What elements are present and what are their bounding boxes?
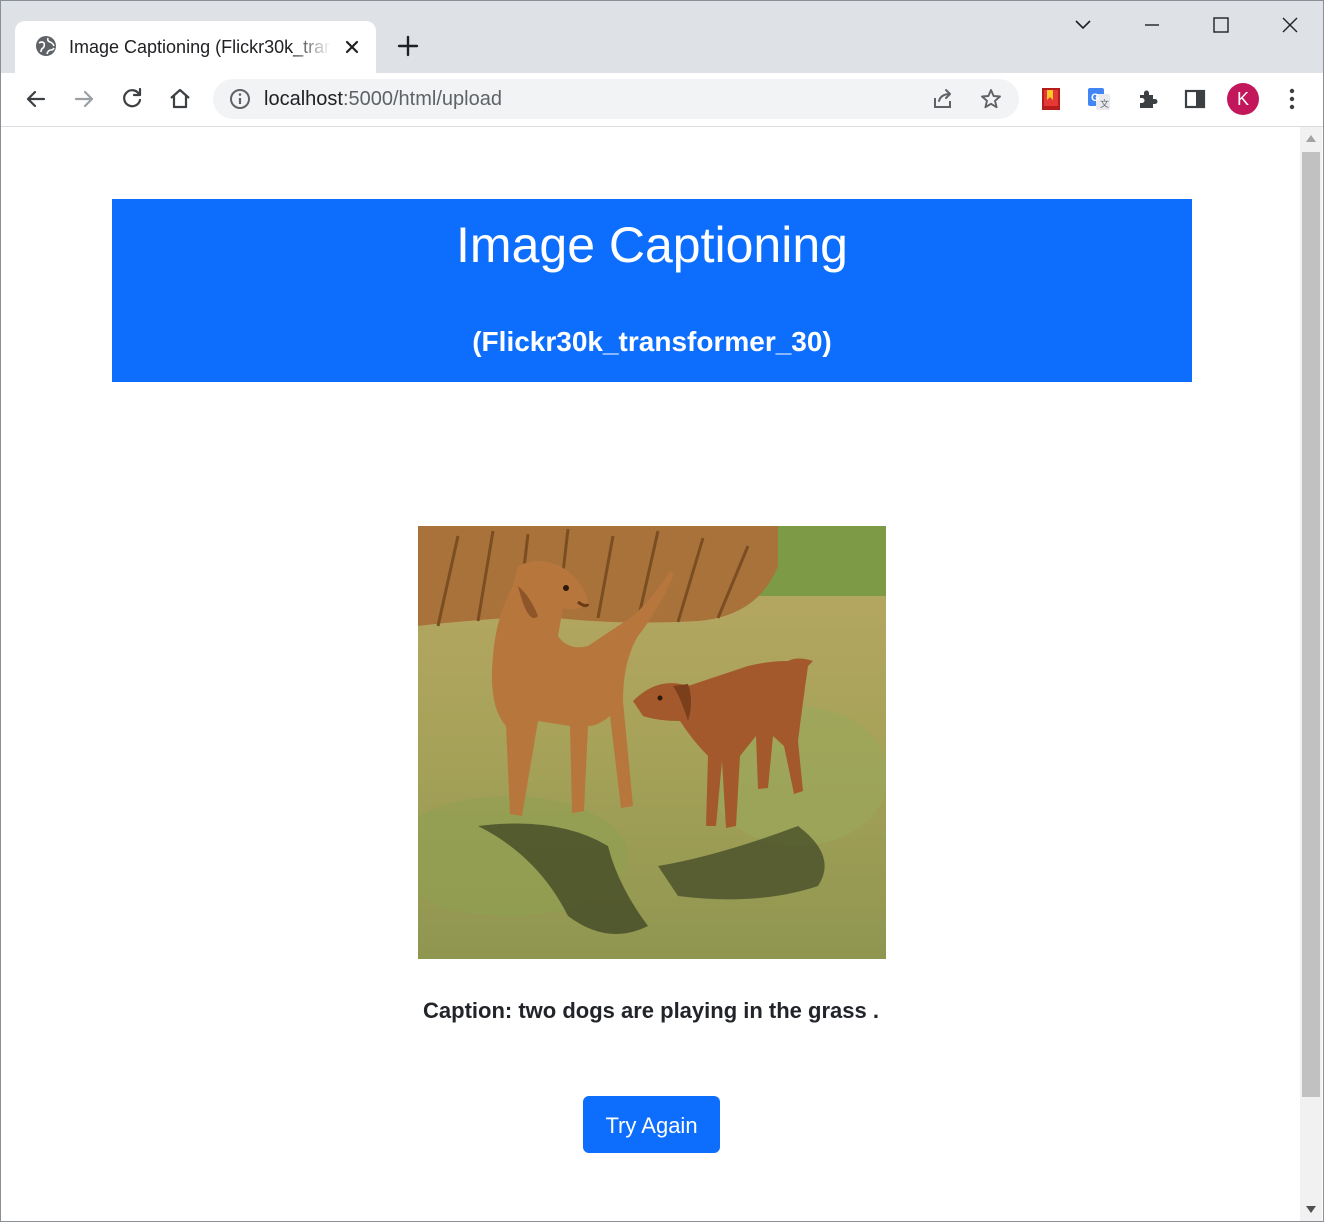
close-icon[interactable] bbox=[1276, 11, 1304, 39]
scroll-up-arrow-icon[interactable] bbox=[1306, 135, 1316, 142]
bookmark-extension-icon[interactable] bbox=[1038, 86, 1064, 112]
scroll-thumb[interactable] bbox=[1302, 152, 1320, 1097]
kebab-menu-icon[interactable] bbox=[1279, 86, 1305, 112]
close-icon[interactable] bbox=[341, 36, 363, 58]
chevron-down-icon[interactable] bbox=[1069, 11, 1097, 39]
caption-text: Caption: two dogs are playing in the gra… bbox=[423, 998, 879, 1023]
minimize-icon[interactable] bbox=[1138, 11, 1166, 39]
url-path: :5000/html/upload bbox=[342, 88, 502, 110]
header-banner: Image Captioning (Flickr30k_transformer_… bbox=[112, 199, 1192, 382]
info-icon[interactable] bbox=[229, 88, 251, 110]
arrow-left-icon[interactable] bbox=[23, 86, 49, 112]
sidepanel-icon[interactable] bbox=[1182, 86, 1208, 112]
active-tab[interactable]: Image Captioning (Flickr30k_transformer_… bbox=[15, 21, 376, 73]
svg-text:G: G bbox=[1091, 92, 1100, 104]
vertical-scrollbar[interactable] bbox=[1300, 127, 1322, 1221]
plus-icon[interactable] bbox=[395, 33, 421, 59]
translate-extension-icon[interactable]: G 文 bbox=[1086, 86, 1112, 112]
tab-title: Image Captioning (Flickr30k_transformer_… bbox=[69, 37, 331, 57]
url-text: localhost:5000/html/upload bbox=[264, 87, 502, 111]
globe-icon bbox=[36, 36, 56, 56]
scroll-down-arrow-icon[interactable] bbox=[1306, 1206, 1316, 1213]
dogs-photo-illustration bbox=[418, 526, 886, 959]
page-viewport: Image Captioning (Flickr30k_transformer_… bbox=[2, 127, 1300, 1221]
share-icon[interactable] bbox=[931, 87, 955, 111]
tab-strip: Image Captioning (Flickr30k_transformer_… bbox=[1, 1, 1323, 73]
maximize-icon[interactable] bbox=[1207, 11, 1235, 39]
svg-text:文: 文 bbox=[1100, 98, 1109, 109]
try-again-button[interactable]: Try Again bbox=[583, 1096, 720, 1153]
uploaded-photo bbox=[418, 526, 886, 959]
reload-icon[interactable] bbox=[119, 86, 145, 112]
page-subtitle: (Flickr30k_transformer_30) bbox=[472, 326, 832, 357]
profile-avatar[interactable]: K bbox=[1227, 83, 1259, 115]
puzzle-icon[interactable] bbox=[1135, 86, 1161, 112]
browser-window: Image Captioning (Flickr30k_transformer_… bbox=[0, 0, 1324, 1222]
home-icon[interactable] bbox=[167, 86, 193, 112]
address-bar[interactable]: localhost:5000/html/upload bbox=[213, 79, 1019, 119]
arrow-right-icon[interactable] bbox=[71, 86, 97, 112]
page-title: Image Captioning bbox=[456, 217, 848, 273]
url-host: localhost bbox=[264, 88, 343, 110]
browser-toolbar: localhost:5000/html/upload G 文 K bbox=[1, 73, 1323, 127]
star-icon[interactable] bbox=[979, 87, 1003, 111]
